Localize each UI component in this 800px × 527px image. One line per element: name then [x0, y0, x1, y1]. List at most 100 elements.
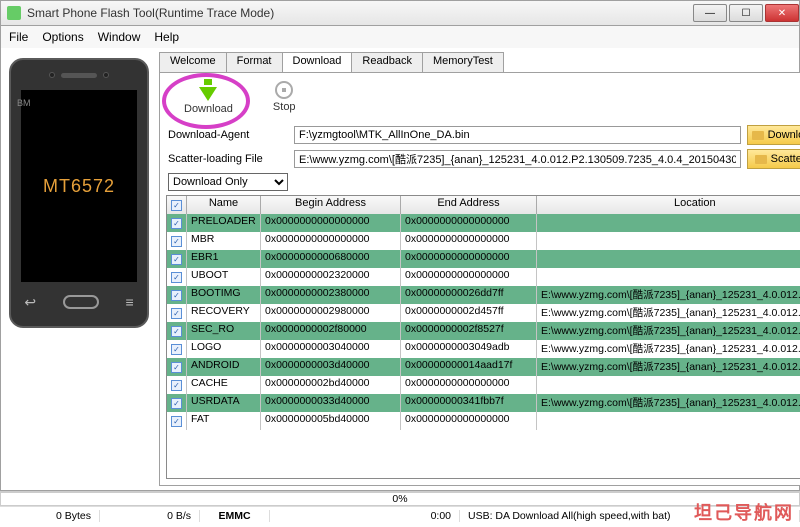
table-row[interactable]: ✓ANDROID0x0000000003d400000x00000000014a… [167, 358, 800, 376]
cell-name: UBOOT [187, 268, 261, 286]
stop-button[interactable]: Stop [273, 81, 296, 115]
table-row[interactable]: ✓ RECOVERY0x00000000029800000x0000000002d… [167, 304, 800, 322]
minimize-button[interactable]: — [693, 4, 727, 22]
row-checkbox[interactable]: ✓ [171, 272, 182, 283]
fields: Download-Agent Download Agent Scatter-lo… [168, 125, 800, 191]
phone-home-icon [63, 295, 99, 309]
cell-begin: 0x000000005bd40000 [261, 412, 401, 430]
cell-end: 0x0000000000000000 [401, 412, 537, 430]
cell-end: 0x00000000341fbb7f [401, 394, 537, 412]
tab-format[interactable]: Format [227, 52, 283, 72]
cell-end: 0x00000000026dd7ff [401, 286, 537, 304]
cell-name: PRELOADER [187, 214, 261, 232]
phone-screen-text: MT6572 [43, 176, 115, 197]
table-row[interactable]: ✓USRDATA0x0000000033d400000x00000000341f… [167, 394, 800, 412]
row-checkbox[interactable]: ✓ [171, 416, 182, 427]
cell-begin: 0x0000000033d40000 [261, 394, 401, 412]
tab-readback[interactable]: Readback [352, 52, 423, 72]
cell-begin: 0x000000002bd40000 [261, 376, 401, 394]
table-row[interactable]: ✓EBR10x00000000006800000x000000000000000… [167, 250, 800, 268]
row-checkbox[interactable]: ✓ [171, 254, 182, 265]
row-checkbox[interactable]: ✓ [171, 362, 182, 373]
menu-window[interactable]: Window [98, 30, 141, 44]
download-button[interactable]: Download [184, 81, 233, 115]
folder-icon [752, 131, 764, 140]
cell-location: E:\www.yzmg.com\[酷派7235]_{anan}_125231_4… [537, 286, 800, 304]
row-checkbox[interactable]: ✓ [171, 398, 182, 409]
phone-back-icon: ↩ [24, 294, 36, 311]
cell-begin: 0x0000000000680000 [261, 250, 401, 268]
menu-help[interactable]: Help [154, 30, 179, 44]
stop-button-label: Stop [273, 101, 296, 113]
toolbar: Download Stop [166, 79, 800, 119]
cell-begin: 0x0000000003d40000 [261, 358, 401, 376]
row-checkbox[interactable]: ✓ [171, 218, 182, 229]
cell-begin: 0x0000000000000000 [261, 214, 401, 232]
tab-welcome[interactable]: Welcome [159, 52, 227, 72]
row-checkbox[interactable]: ✓ [171, 326, 182, 337]
phone-panel: BM MT6572 ↩ ≡ [5, 52, 153, 486]
da-browse-button[interactable]: Download Agent [747, 125, 800, 145]
table-row[interactable]: ✓LOGO0x00000000030400000x0000000003049ad… [167, 340, 800, 358]
cell-end: 0x00000000014aad17f [401, 358, 537, 376]
cell-begin: 0x0000000002980000 [261, 304, 401, 322]
cell-end: 0x0000000000000000 [401, 268, 537, 286]
table-row[interactable]: ✓SEC_RO0x0000000002f800000x0000000002f85… [167, 322, 800, 340]
main-panel: WelcomeFormatDownloadReadbackMemoryTest … [153, 52, 800, 486]
menu-file[interactable]: File [9, 30, 28, 44]
table-row[interactable]: ✓ FAT0x000000005bd400000x0000000000000000 [167, 412, 800, 430]
cell-location [537, 214, 800, 232]
da-input[interactable] [294, 126, 741, 144]
phone-graphic: BM MT6572 ↩ ≡ [9, 58, 149, 328]
cell-location [537, 250, 800, 268]
cell-name: SEC_RO [187, 322, 261, 340]
row-checkbox[interactable]: ✓ [171, 344, 182, 355]
tab-download[interactable]: Download [283, 52, 353, 72]
cell-location [537, 376, 800, 394]
row-checkbox[interactable]: ✓ [171, 236, 182, 247]
status-speed: 0 B/s [100, 510, 200, 522]
cell-begin: 0x0000000003040000 [261, 340, 401, 358]
table-row[interactable]: ✓BOOTIMG0x00000000023800000x00000000026d… [167, 286, 800, 304]
cell-begin: 0x0000000000000000 [261, 232, 401, 250]
cell-location: E:\www.yzmg.com\[酷派7235]_{anan}_125231_4… [537, 322, 800, 340]
header-checkbox[interactable]: ✓ [171, 200, 182, 211]
close-button[interactable]: ✕ [765, 4, 799, 22]
cell-begin: 0x0000000002320000 [261, 268, 401, 286]
col-end[interactable]: End Address [401, 196, 537, 214]
cell-end: 0x0000000000000000 [401, 214, 537, 232]
cell-location [537, 268, 800, 286]
scatter-input[interactable] [294, 150, 741, 168]
cell-location [537, 412, 800, 430]
row-checkbox[interactable]: ✓ [171, 380, 182, 391]
mode-select[interactable]: Download Only [168, 173, 288, 191]
table-row[interactable]: ✓ UBOOT0x00000000023200000x00000000000000… [167, 268, 800, 286]
scatter-browse-button[interactable]: Scatter-loading [747, 149, 800, 169]
maximize-button[interactable]: ☐ [729, 4, 763, 22]
status-bytes: 0 Bytes [0, 510, 100, 522]
progress-bar: 0% [0, 492, 800, 506]
cell-location: E:\www.yzmg.com\[酷派7235]_{anan}_125231_4… [537, 304, 800, 322]
table-row[interactable]: ✓CACHE0x000000002bd400000x00000000000000… [167, 376, 800, 394]
table-row[interactable]: ✓PRELOADER0x00000000000000000x0000000000… [167, 214, 800, 232]
table-row[interactable]: ✓MBR0x00000000000000000x0000000000000000 [167, 232, 800, 250]
cell-location: E:\www.yzmg.com\[酷派7235]_{anan}_125231_4… [537, 358, 800, 376]
col-name[interactable]: Name [187, 196, 261, 214]
menu-options[interactable]: Options [42, 30, 83, 44]
scatter-label: Scatter-loading File [168, 153, 288, 165]
stop-icon [275, 81, 293, 99]
cell-end: 0x0000000002d457ff [401, 304, 537, 322]
cell-name: FAT [187, 412, 261, 430]
cell-end: 0x0000000000000000 [401, 232, 537, 250]
row-checkbox[interactable]: ✓ [171, 308, 182, 319]
cell-name: RECOVERY [187, 304, 261, 322]
workarea: BM MT6572 ↩ ≡ WelcomeFormatDownloadReadb… [0, 48, 800, 491]
status-storage: EMMC [200, 510, 270, 522]
row-checkbox[interactable]: ✓ [171, 290, 182, 301]
col-begin[interactable]: Begin Address [261, 196, 401, 214]
watermark: 坦己导航网 [694, 499, 794, 525]
col-location[interactable]: Location [537, 196, 800, 214]
tab-memorytest[interactable]: MemoryTest [423, 52, 504, 72]
tab-download-body: Download Stop Download-Agent Download Ag… [159, 72, 800, 486]
cell-name: LOGO [187, 340, 261, 358]
